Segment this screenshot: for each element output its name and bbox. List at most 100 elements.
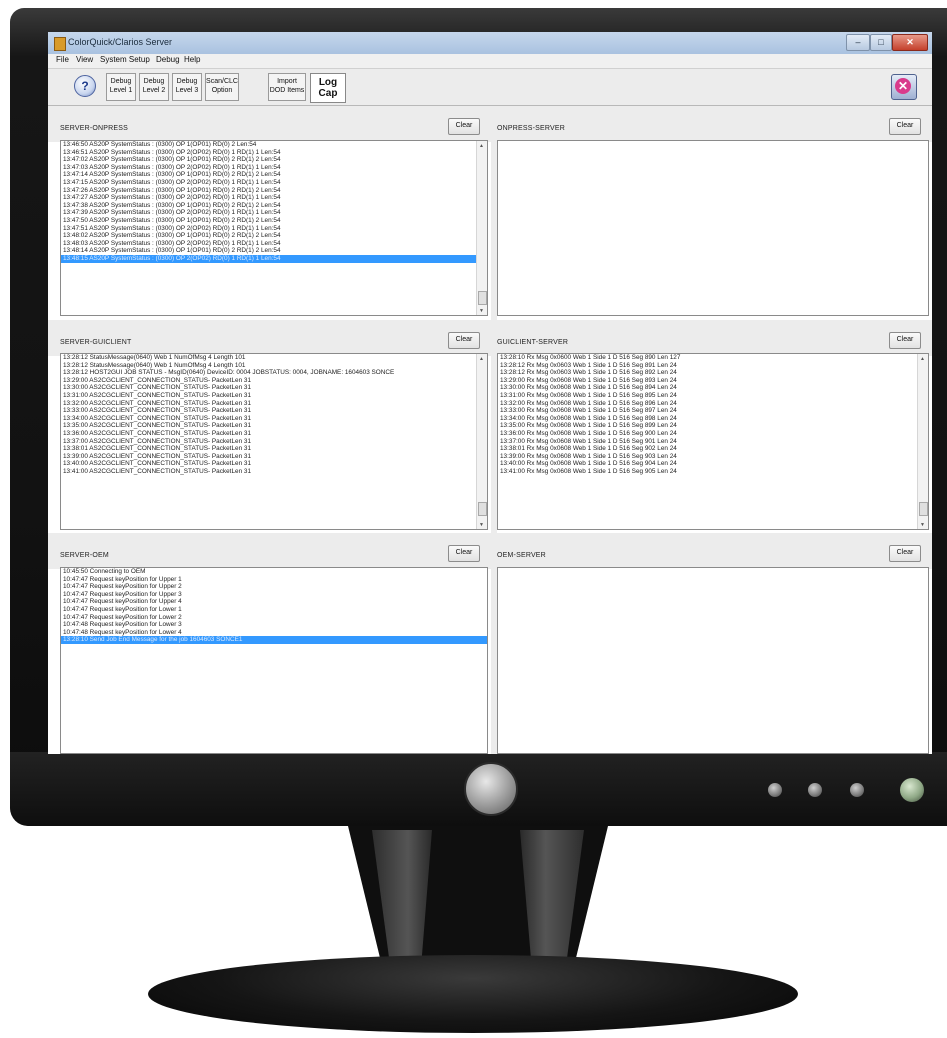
- clear-button[interactable]: Clear: [889, 545, 921, 562]
- log-line[interactable]: 10:47:47 Request keyPosition for Lower 1: [61, 606, 487, 614]
- log-cap-button[interactable]: Log Cap: [310, 73, 346, 103]
- app-icon: [54, 37, 66, 51]
- maximize-button[interactable]: □: [870, 34, 892, 51]
- close-button[interactable]: ✕: [892, 34, 928, 51]
- button-label: Option: [211, 87, 233, 94]
- log-line[interactable]: 13:38:01 AS2CGCLIENT_CONNECTION_STATUS- …: [61, 445, 477, 453]
- debug-level-1-button[interactable]: Debug Level 1: [106, 73, 136, 101]
- log-line[interactable]: 13:41:00 AS2CGCLIENT_CONNECTION_STATUS- …: [61, 468, 477, 476]
- log-line[interactable]: 13:47:03 AS20P SystemStatus : (0300) OP …: [61, 164, 477, 172]
- button-label: Debug: [110, 78, 132, 85]
- panel-server-guiclient: SERVER-GUICLIENT Clear 13:28:12 StatusMe…: [56, 332, 491, 532]
- log-line[interactable]: 13:30:00 Rx Msg 0x0608 Web 1 Side 1 D 51…: [498, 384, 918, 392]
- log-line[interactable]: 13:29:00 AS2CGCLIENT_CONNECTION_STATUS- …: [61, 377, 477, 385]
- log-line[interactable]: 13:47:15 AS20P SystemStatus : (0300) OP …: [61, 179, 477, 187]
- log-line[interactable]: 13:47:39 AS20P SystemStatus : (0300) OP …: [61, 209, 477, 217]
- log-line[interactable]: 13:28:12 StatusMessage(0640) Web 1 NumOf…: [61, 362, 477, 370]
- menu-view[interactable]: View: [76, 55, 93, 64]
- log-line[interactable]: 10:45:50 Connecting to OEM: [61, 568, 487, 576]
- log-line[interactable]: 10:47:48 Request keyPosition for Lower 4: [61, 629, 487, 637]
- log-line[interactable]: 13:47:38 AS20P SystemStatus : (0300) OP …: [61, 202, 477, 210]
- log-line[interactable]: 13:31:00 Rx Msg 0x0608 Web 1 Side 1 D 51…: [498, 392, 918, 400]
- minimize-button[interactable]: –: [846, 34, 870, 51]
- menu-help[interactable]: Help: [184, 55, 200, 64]
- log-line[interactable]: 13:34:00 Rx Msg 0x0608 Web 1 Side 1 D 51…: [498, 415, 918, 423]
- log-line[interactable]: 10:47:48 Request keyPosition for Lower 3: [61, 621, 487, 629]
- log-line[interactable]: 13:48:03 AS20P SystemStatus : (0300) OP …: [61, 240, 477, 248]
- menu-file[interactable]: File: [56, 55, 69, 64]
- log-line[interactable]: 13:41:00 Rx Msg 0x0608 Web 1 Side 1 D 51…: [498, 468, 918, 476]
- log-line[interactable]: 13:36:00 Rx Msg 0x0608 Web 1 Side 1 D 51…: [498, 430, 918, 438]
- scrollbar[interactable]: ▲ ▼: [476, 141, 487, 315]
- log-line[interactable]: 10:47:47 Request keyPosition for Upper 4: [61, 598, 487, 606]
- log-list[interactable]: [497, 140, 929, 316]
- log-line[interactable]: 13:47:14 AS20P SystemStatus : (0300) OP …: [61, 171, 477, 179]
- log-line[interactable]: 13:40:00 Rx Msg 0x0608 Web 1 Side 1 D 51…: [498, 460, 918, 468]
- debug-level-3-button[interactable]: Debug Level 3: [172, 73, 202, 101]
- log-list[interactable]: 13:46:50 AS20P SystemStatus : (0300) OP …: [60, 140, 488, 316]
- log-line[interactable]: 13:38:01 Rx Msg 0x0608 Web 1 Side 1 D 51…: [498, 445, 918, 453]
- clear-button[interactable]: Clear: [889, 118, 921, 135]
- log-line[interactable]: 13:31:00 AS2CGCLIENT_CONNECTION_STATUS- …: [61, 392, 477, 400]
- clear-button[interactable]: Clear: [448, 332, 480, 349]
- log-line[interactable]: 13:46:50 AS20P SystemStatus : (0300) OP …: [61, 141, 477, 149]
- log-line[interactable]: 13:32:00 Rx Msg 0x0608 Web 1 Side 1 D 51…: [498, 400, 918, 408]
- log-line[interactable]: 13:47:27 AS20P SystemStatus : (0300) OP …: [61, 194, 477, 202]
- log-line[interactable]: 13:48:15 AS20P SystemStatus : (0300) OP …: [61, 254, 477, 263]
- log-list[interactable]: 10:45:50 Connecting to OEM 10:47:47 Reque…: [60, 567, 488, 754]
- clear-button[interactable]: Clear: [448, 118, 480, 135]
- log-line[interactable]: 13:35:00 Rx Msg 0x0608 Web 1 Side 1 D 51…: [498, 422, 918, 430]
- log-line[interactable]: 13:48:14 AS20P SystemStatus : (0300) OP …: [61, 247, 477, 255]
- exit-button[interactable]: ✕: [891, 74, 917, 100]
- panel-title: OEM-SERVER: [497, 552, 546, 559]
- scan-clc-option-button[interactable]: Scan/CLC Option: [205, 73, 239, 101]
- app-window: ColorQuick/Clarios Server – □ ✕ File Vie…: [48, 32, 932, 754]
- log-line[interactable]: 13:48:02 AS20P SystemStatus : (0300) OP …: [61, 232, 477, 240]
- log-line[interactable]: 13:47:02 AS20P SystemStatus : (0300) OP …: [61, 156, 477, 164]
- log-line[interactable]: 13:47:26 AS20P SystemStatus : (0300) OP …: [61, 187, 477, 195]
- log-line[interactable]: 13:37:00 Rx Msg 0x0608 Web 1 Side 1 D 51…: [498, 438, 918, 446]
- log-line[interactable]: 13:34:00 AS2CGCLIENT_CONNECTION_STATUS- …: [61, 415, 477, 423]
- scrollbar[interactable]: ▲ ▼: [476, 354, 487, 529]
- log-line[interactable]: 13:28:10 Rx Msg 0x0600 Web 1 Side 1 D 51…: [498, 354, 918, 362]
- menu-debug[interactable]: Debug: [156, 55, 180, 64]
- panel-title: GUICLIENT-SERVER: [497, 339, 569, 346]
- log-line[interactable]: 13:39:00 Rx Msg 0x0608 Web 1 Side 1 D 51…: [498, 453, 918, 461]
- log-line[interactable]: 10:47:47 Request keyPosition for Upper 3: [61, 591, 487, 599]
- log-list[interactable]: 13:28:10 Rx Msg 0x0600 Web 1 Side 1 D 51…: [497, 353, 929, 530]
- log-line[interactable]: 13:28:12 Rx Msg 0x0603 Web 1 Side 1 D 51…: [498, 369, 918, 377]
- log-line[interactable]: 13:30:00 AS2CGCLIENT_CONNECTION_STATUS- …: [61, 384, 477, 392]
- log-line[interactable]: 13:39:00 AS2CGCLIENT_CONNECTION_STATUS- …: [61, 453, 477, 461]
- panel-splitter[interactable]: [491, 112, 497, 754]
- log-line[interactable]: 13:32:00 AS2CGCLIENT_CONNECTION_STATUS- …: [61, 400, 477, 408]
- log-line[interactable]: 13:28:10 Send Job End Message for the jo…: [61, 636, 487, 644]
- log-line[interactable]: 13:29:00 Rx Msg 0x0608 Web 1 Side 1 D 51…: [498, 377, 918, 385]
- log-line[interactable]: 13:46:51 AS20P SystemStatus : (0300) OP …: [61, 149, 477, 157]
- log-line[interactable]: 13:40:00 AS2CGCLIENT_CONNECTION_STATUS- …: [61, 460, 477, 468]
- menu-system-setup[interactable]: System Setup: [100, 55, 150, 64]
- log-line[interactable]: 10:47:47 Request keyPosition for Lower 2: [61, 614, 487, 622]
- log-list[interactable]: 13:28:12 StatusMessage(0640) Web 1 NumOf…: [60, 353, 488, 530]
- power-led: [900, 778, 924, 802]
- clear-button[interactable]: Clear: [448, 545, 480, 562]
- log-line[interactable]: 13:33:00 AS2CGCLIENT_CONNECTION_STATUS- …: [61, 407, 477, 415]
- exit-icon: ✕: [895, 78, 911, 94]
- import-dod-items-button[interactable]: Import DOD Items: [268, 73, 306, 101]
- log-line[interactable]: 13:37:00 AS2CGCLIENT_CONNECTION_STATUS- …: [61, 438, 477, 446]
- log-line[interactable]: 13:36:00 AS2CGCLIENT_CONNECTION_STATUS- …: [61, 430, 477, 438]
- help-button[interactable]: ?: [72, 73, 96, 99]
- log-line[interactable]: 13:35:00 AS2CGCLIENT_CONNECTION_STATUS- …: [61, 422, 477, 430]
- log-list[interactable]: [497, 567, 929, 754]
- log-line[interactable]: 13:47:51 AS20P SystemStatus : (0300) OP …: [61, 225, 477, 233]
- log-line[interactable]: 13:28:12 Rx Msg 0x0603 Web 1 Side 1 D 51…: [498, 362, 918, 370]
- log-line[interactable]: 13:47:50 AS20P SystemStatus : (0300) OP …: [61, 217, 477, 225]
- log-line[interactable]: 13:33:00 Rx Msg 0x0608 Web 1 Side 1 D 51…: [498, 407, 918, 415]
- log-line[interactable]: 10:47:47 Request keyPosition for Upper 2: [61, 583, 487, 591]
- clear-button[interactable]: Clear: [889, 332, 921, 349]
- log-line[interactable]: 13:28:12 HOST2GUI JOB STATUS - MsgID(064…: [61, 369, 477, 377]
- log-line[interactable]: 13:28:12 StatusMessage(0640) Web 1 NumOf…: [61, 354, 477, 362]
- scrollbar[interactable]: ▲ ▼: [917, 354, 928, 529]
- log-line[interactable]: 10:47:47 Request keyPosition for Upper 1: [61, 576, 487, 584]
- debug-level-2-button[interactable]: Debug Level 2: [139, 73, 169, 101]
- button-label: Scan/CLC: [206, 78, 238, 85]
